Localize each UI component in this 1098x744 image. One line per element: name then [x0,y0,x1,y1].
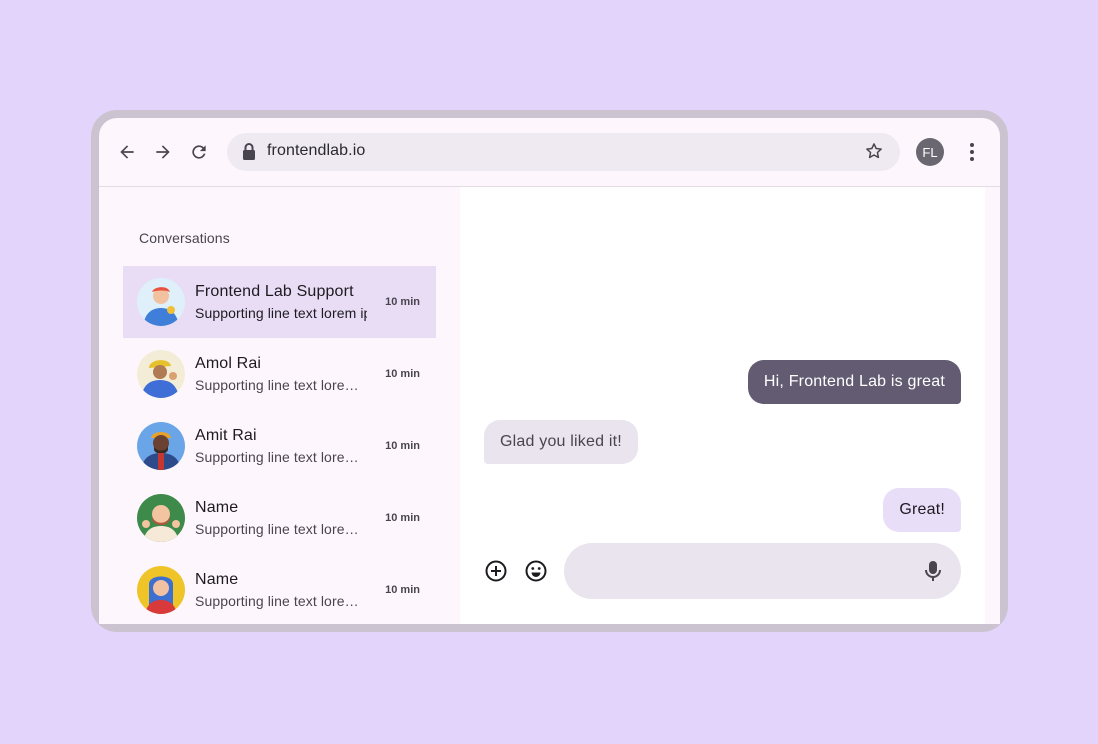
back-arrow-icon[interactable] [115,140,139,164]
conversation-item[interactable]: Name Supporting line text lorem ipsum 10… [123,554,436,624]
conversation-item[interactable]: Frontend Lab Support Supporting line tex… [123,266,436,338]
conversation-name: Amit Rai [195,427,257,444]
message-incoming: Glad you liked it! [484,420,638,464]
star-icon[interactable] [864,141,884,166]
message-composer[interactable] [564,543,961,601]
message-input[interactable] [584,543,908,601]
browser-window: frontendlab.io FL Conversations Frontend… [99,118,1000,624]
reload-icon[interactable] [187,140,211,164]
more-vert-icon[interactable] [960,140,984,169]
conversation-snippet: Supporting line text lorem ipsum [195,593,367,609]
conversation-item[interactable]: Name Supporting line text lorem ipsum 10… [123,482,436,554]
conversation-time: 10 min [385,296,420,308]
conversation-name: Frontend Lab Support [195,283,354,300]
url-text: frontendlab.io [267,142,366,159]
conversation-time: 10 min [385,440,420,452]
avatar [137,278,185,326]
conversation-name: Amol Rai [195,355,262,372]
mic-icon[interactable] [923,559,943,588]
browser-toolbar: frontendlab.io FL [99,118,1000,187]
sidebar-title: Conversations [139,230,230,246]
forward-arrow-icon[interactable] [151,140,175,164]
conversation-time: 10 min [385,368,420,380]
add-circle-icon[interactable] [484,559,508,583]
lock-icon [241,142,257,167]
conversation-name: Name [195,499,239,516]
conversation-name: Name [195,571,239,588]
emoji-icon[interactable] [524,559,548,583]
conversation-item[interactable]: Amol Rai Supporting line text lorem ipsu… [123,338,436,410]
profile-avatar[interactable]: FL [916,138,944,166]
conversation-snippet: Supporting line text lorem ipsum [195,449,367,465]
message-outgoing: Hi, Frontend Lab is great [747,360,961,404]
avatar [137,566,185,614]
conversation-snippet: Supporting line text lorem ipsum [195,305,367,321]
address-bar[interactable]: frontendlab.io [227,133,900,171]
avatar [137,494,185,542]
conversation-snippet: Supporting line text lorem ipsum [195,377,367,393]
conversation-item[interactable]: Amit Rai Supporting line text lorem ipsu… [123,410,436,482]
panel-gutter [985,187,1000,624]
conversation-time: 10 min [385,512,420,524]
message-outgoing: Great! [883,488,961,532]
avatar [137,422,185,470]
conversation-snippet: Supporting line text lorem ipsum [195,521,367,537]
conversation-time: 10 min [385,584,420,596]
avatar [137,350,185,398]
conversation-sidebar: Conversations Frontend Lab Support Suppo… [99,187,460,624]
chat-panel: Hi, Frontend Lab is great Glad you liked… [460,187,985,624]
